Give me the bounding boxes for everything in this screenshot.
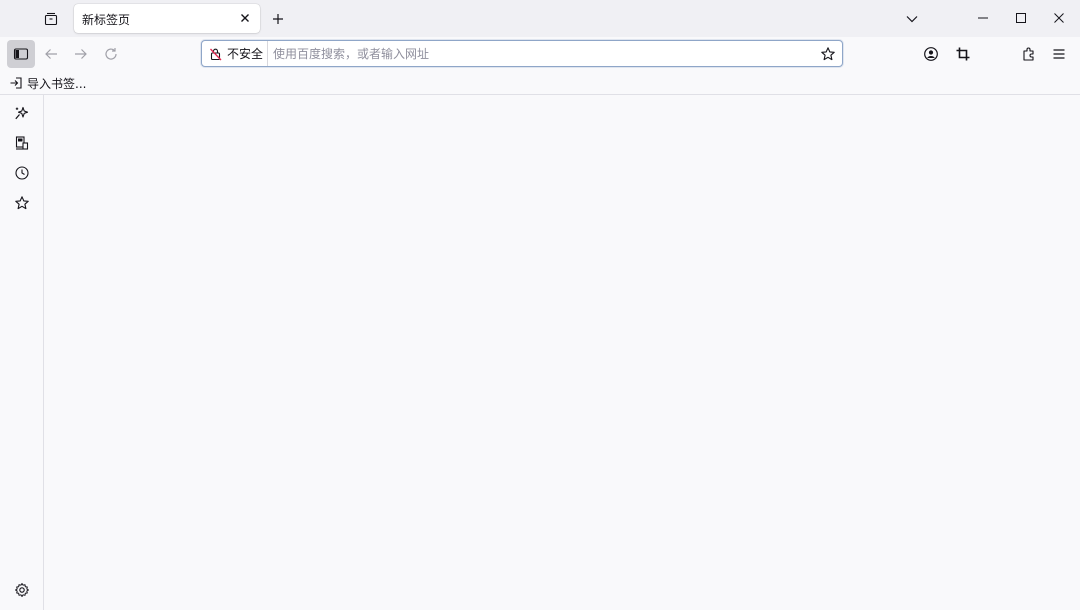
- chevron-down-icon[interactable]: [899, 6, 925, 32]
- tab-overview-icon[interactable]: [38, 6, 64, 32]
- history-icon[interactable]: [9, 160, 35, 186]
- reload-icon[interactable]: [97, 40, 125, 68]
- menu-icon[interactable]: [1045, 40, 1073, 68]
- url-input[interactable]: [273, 45, 793, 62]
- page-content: [44, 95, 1080, 610]
- account-icon[interactable]: [917, 40, 945, 68]
- tab-new-tab[interactable]: 新标签页: [74, 4, 260, 33]
- star-icon[interactable]: [818, 44, 838, 64]
- window-close-icon[interactable]: [1044, 5, 1074, 31]
- ai-chatbot-icon[interactable]: [9, 100, 35, 126]
- maximize-icon[interactable]: [1006, 5, 1036, 31]
- import-icon: [9, 76, 23, 90]
- gear-icon[interactable]: [9, 577, 35, 603]
- minimize-icon[interactable]: [968, 5, 998, 31]
- navigation-toolbar: 不安全: [0, 37, 1080, 71]
- bookmarks-icon[interactable]: [9, 190, 35, 216]
- synced-tabs-icon[interactable]: [9, 130, 35, 156]
- browser-window: 新标签页 不安全 使用百度搜索，或者输入网址 导入书签...: [0, 0, 1080, 610]
- sidebar-toggle-icon[interactable]: [7, 40, 35, 68]
- plus-icon[interactable]: [265, 6, 291, 32]
- sidebar: [0, 95, 44, 610]
- security-indicator[interactable]: 不安全: [202, 41, 268, 66]
- back-arrow-icon[interactable]: [37, 40, 65, 68]
- forward-arrow-icon[interactable]: [67, 40, 95, 68]
- import-bookmarks-item[interactable]: 导入书签...: [9, 74, 86, 92]
- tab-title: 新标签页: [82, 13, 131, 27]
- insecure-lock-icon: [209, 47, 223, 61]
- close-icon[interactable]: [237, 10, 253, 26]
- bookmarks-toolbar: 导入书签...: [0, 71, 1080, 95]
- security-label: 不安全: [227, 47, 264, 61]
- url-bar[interactable]: 不安全: [201, 40, 843, 67]
- tab-bar: 新标签页: [0, 0, 1080, 37]
- extensions-icon[interactable]: [1015, 40, 1043, 68]
- crop-icon[interactable]: [949, 40, 977, 68]
- import-bookmarks-label: 导入书签...: [27, 76, 87, 91]
